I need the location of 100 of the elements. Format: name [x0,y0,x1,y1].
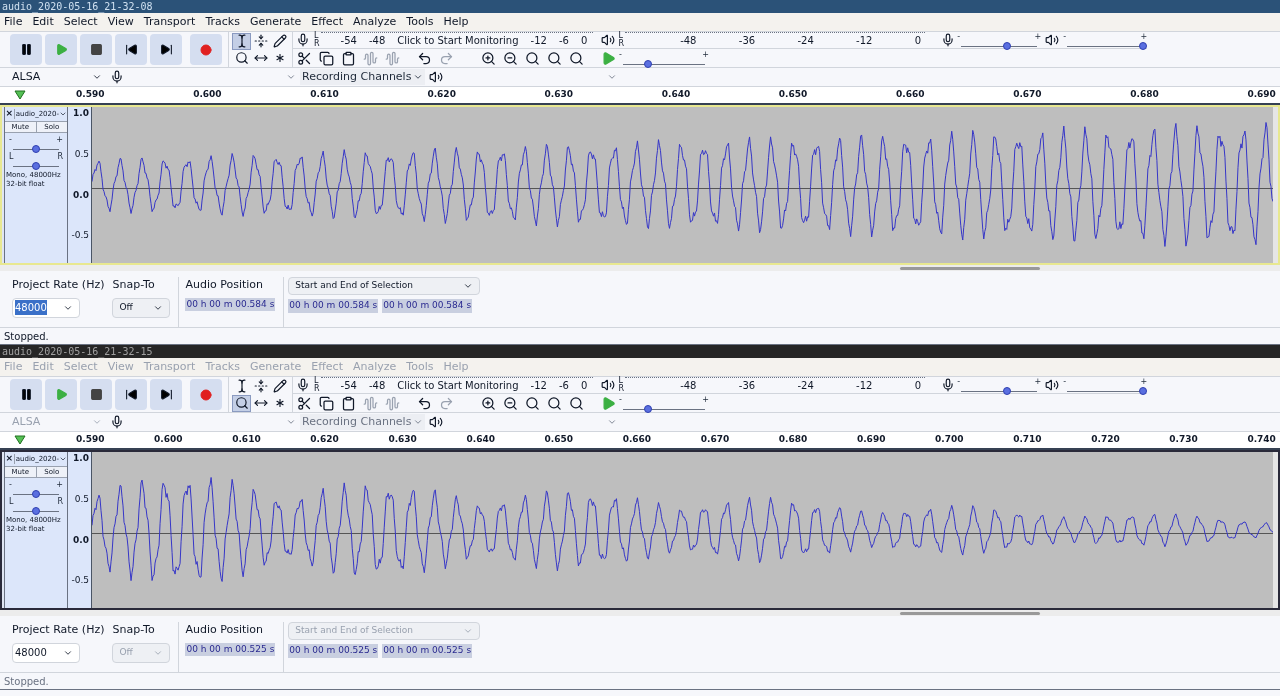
menu-item[interactable]: Analyze [352,13,397,31]
close-track-button[interactable]: × [5,107,14,121]
copy-icon [318,50,334,66]
play-at-speed-icon [600,50,616,66]
stop-button[interactable] [80,379,112,410]
time-label: 0.690 [1247,88,1276,102]
skip-to-end-button[interactable] [150,379,182,410]
project-rate-field[interactable]: 48000 [12,642,80,663]
time-label: 0.650 [544,433,574,447]
zoom-toggle-icon [568,50,584,66]
undo-icon [416,395,432,411]
selection-end-time[interactable]: 00 h 00 m 00.584 s [382,299,473,313]
fit-selection-icon [524,50,540,66]
slider-thumb[interactable] [1002,387,1011,395]
menu-item[interactable]: Help [443,13,469,31]
meter-scale-label: -36 [738,379,756,393]
menu-item[interactable]: File [4,13,23,31]
vertical-scrollbar[interactable] [1273,452,1278,608]
horizontal-scrollbar-thumb[interactable] [900,266,1040,270]
slider-thumb[interactable] [1002,42,1011,50]
amplitude-label: 0.5 [74,492,89,506]
caret-icon [92,72,102,82]
snap-to-dropdown[interactable]: Off [112,297,171,318]
recording-channels-dropdown[interactable]: Recording Channels [300,413,426,431]
stop-button[interactable] [80,34,112,65]
meter-scale-label: -48 [680,379,697,393]
redo-icon [438,395,454,411]
record-button[interactable] [190,34,222,65]
menu-item[interactable]: View [107,13,134,31]
timeline-ruler[interactable]: 0.590 0.600 0.610 0.620 0.630 0.640 0.650 0.660 0.670 0.680 0.690 0.700 0.710 0.720 0.730 0.740 [0,432,1280,450]
slider-thumb[interactable] [643,405,652,413]
audio-position-time[interactable]: 00 h 00 m 00.525 s [185,642,276,656]
magnifier-tool[interactable] [232,394,251,412]
skip-to-start-button[interactable] [115,34,147,65]
slider-max-label: + [1140,378,1148,386]
timeline-ruler[interactable]: 0.590 0.600 0.610 0.620 0.630 0.640 0.650 0.660 0.670 0.680 0.690 [0,87,1280,105]
host-dropdown[interactable]: ALSA [8,68,106,86]
horizontal-scrollbar-thumb[interactable] [900,611,1040,615]
skip-to-end-button[interactable] [150,34,182,65]
speaker-icon [1045,33,1060,47]
time-label: 0.640 [661,88,691,102]
cut-icon [296,50,312,66]
skip-to-start-button[interactable] [115,379,147,410]
meter-scale-label: 0 [914,34,922,48]
project-rate-field[interactable]: 48000 [12,297,80,318]
vertical-scrollbar[interactable] [1273,107,1278,263]
audio-position-label: Audio Position [185,622,265,638]
zoom-out-icon [502,395,518,411]
slider-thumb[interactable] [643,60,652,68]
pause-button[interactable] [10,379,42,410]
time-label: 0.600 [193,88,222,102]
menu-item[interactable]: Tools [406,13,434,31]
menu-item[interactable]: Generate [249,13,302,31]
slider-thumb[interactable] [32,507,40,515]
audio-position-time[interactable]: 00 h 00 m 00.584 s [185,297,276,311]
slider-min-label: - [619,396,622,404]
playback-meter[interactable]: -48 -36 -24 -12 0 [625,377,926,393]
fit-project-icon [546,395,562,411]
slider-thumb[interactable] [32,162,40,170]
record-button[interactable] [190,379,222,410]
menu-item[interactable]: Effect [311,13,343,31]
status-text: Stopped. [4,674,49,689]
selection-end-time[interactable]: 00 h 00 m 00.525 s [382,644,473,658]
slider-max-label: + [1034,378,1042,386]
close-track-button[interactable]: × [5,452,14,466]
text-cursor-tool[interactable] [232,32,251,50]
menu-item[interactable]: Transport [143,13,196,31]
recording-channels-dropdown[interactable]: Recording Channels [300,68,426,86]
slider-thumb[interactable] [32,490,40,498]
menu-item[interactable]: Edit [32,13,54,31]
caret-icon [286,417,296,427]
channel-label: R [618,385,625,393]
menu-item[interactable]: Select [63,13,98,31]
play-head-icon [14,435,26,445]
slider-max-label: R [57,153,63,161]
caret-icon [607,72,618,82]
selection-start-time[interactable]: 00 h 00 m 00.525 s [288,644,379,658]
record-meter[interactable]: -54 -48 Click to Start Monitoring -12 -6 0 [320,377,593,393]
caret-icon [286,72,296,82]
caret-icon [463,626,474,636]
window-title: audio_2020-05-16_21-32-15 [2,345,153,358]
audio-position-label: Audio Position [185,277,265,293]
playback-meter[interactable]: -48 -36 -24 -12 0 [625,32,926,48]
undo-icon [416,50,432,66]
microphone-icon [110,70,124,84]
time-label: 0.600 [154,433,183,447]
selection-start-time[interactable]: 00 h 00 m 00.584 s [288,299,379,313]
slider-thumb[interactable] [1139,387,1148,395]
pause-icon [19,43,33,56]
selection-mode-dropdown[interactable]: Start and End of Selection [288,277,481,295]
pause-icon [19,388,33,401]
pause-button[interactable] [10,34,42,65]
record-meter[interactable]: -54 -48 Click to Start Monitoring -12 -6 0 [320,32,593,48]
meter-scale-label: -54 [340,34,357,48]
channel-label: L [314,377,320,385]
channel-label: R [618,40,625,48]
menu-item[interactable]: Tracks [205,13,240,31]
meter-scale-label: 0 [580,34,588,48]
slider-thumb[interactable] [32,145,40,153]
slider-thumb[interactable] [1139,42,1148,50]
